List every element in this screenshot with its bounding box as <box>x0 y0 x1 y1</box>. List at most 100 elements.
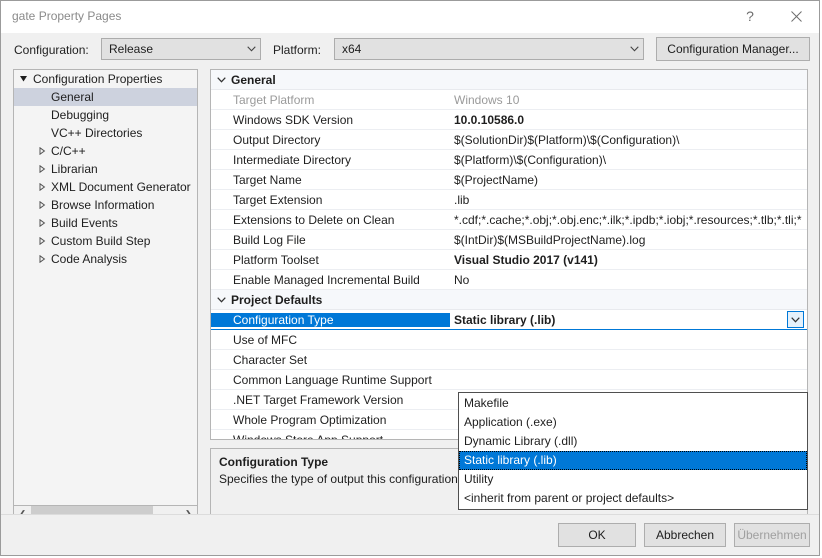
tree-item-build-events[interactable]: Build Events <box>14 214 197 232</box>
grid-row-name: Target Name <box>233 172 302 187</box>
chevron-down-icon[interactable] <box>211 76 231 83</box>
question-mark-icon: ? <box>746 8 754 24</box>
grid-row-value[interactable]: $(SolutionDir)$(Platform)\$(Configuratio… <box>448 133 807 147</box>
configuration-type-dropdown-button[interactable] <box>787 311 804 328</box>
configuration-value: Release <box>109 42 154 56</box>
triangle-down-icon <box>16 75 32 83</box>
tree-item-label: XML Document Generator <box>51 180 191 194</box>
grid-row-value[interactable]: No <box>448 273 807 287</box>
grid-row[interactable]: Target Platform Windows 10 <box>211 90 807 110</box>
grid-row[interactable]: Enable Managed Incremental Build No <box>211 270 807 290</box>
tree-item-custom-build-step[interactable]: Custom Build Step <box>14 232 197 250</box>
grid-row-name: Whole Program Optimization <box>233 412 387 427</box>
grid-row[interactable]: Build Log File $(IntDir)$(MSBuildProjectN… <box>211 230 807 250</box>
triangle-right-icon <box>34 147 50 155</box>
dropdown-option[interactable]: Application (.exe) <box>459 413 807 432</box>
tree-item-c-c[interactable]: C/C++ <box>14 142 197 160</box>
grid-row-value[interactable]: $(IntDir)$(MSBuildProjectName).log <box>448 233 807 247</box>
dropdown-option[interactable]: Makefile <box>459 394 807 413</box>
grid-row[interactable]: Configuration Type Static library (.lib) <box>211 310 807 330</box>
grid-row-value[interactable]: .lib <box>448 193 807 207</box>
dropdown-option[interactable]: <inherit from parent or project defaults… <box>459 489 807 508</box>
grid-row-name: .NET Target Framework Version <box>233 392 404 407</box>
configuration-combobox[interactable]: Release <box>101 38 261 60</box>
grid-row-value[interactable]: 10.0.10586.0 <box>448 113 807 127</box>
grid-row-name: Configuration Type <box>211 312 448 327</box>
grid-row-name: Enable Managed Incremental Build <box>233 272 420 287</box>
dropdown-option[interactable]: Utility <box>459 470 807 489</box>
grid-row-name: Output Directory <box>233 132 321 147</box>
grid-row[interactable]: Common Language Runtime Support <box>211 370 807 390</box>
configuration-manager-button[interactable]: Configuration Manager... <box>656 37 810 61</box>
grid-row[interactable]: Target Name $(ProjectName) <box>211 170 807 190</box>
tree-item-general[interactable]: General <box>14 88 197 106</box>
tree-item-debugging[interactable]: Debugging <box>14 106 197 124</box>
chevron-down-icon[interactable] <box>211 296 231 303</box>
platform-combobox[interactable]: x64 <box>334 38 644 60</box>
grid-row-name: Platform Toolset <box>233 252 319 267</box>
tree-item-vc-directories[interactable]: VC++ Directories <box>14 124 197 142</box>
grid-row[interactable]: Platform Toolset Visual Studio 2017 (v141… <box>211 250 807 270</box>
chevron-down-icon <box>626 46 643 52</box>
grid-row-name: Build Log File <box>233 232 306 247</box>
grid-row-name: Windows SDK Version <box>233 112 354 127</box>
triangle-right-icon <box>34 237 50 245</box>
tree-item-code-analysis[interactable]: Code Analysis <box>14 250 197 268</box>
triangle-right-icon <box>34 219 50 227</box>
dialog-body: Configuration Properties General Debugging… <box>1 69 819 524</box>
tree-item-xml-document-generator[interactable]: XML Document Generator <box>14 178 197 196</box>
cancel-button[interactable]: Abbrechen <box>644 523 726 547</box>
grid-category-project-defaults[interactable]: Project Defaults <box>211 290 807 310</box>
tree-item-label: Debugging <box>51 108 110 122</box>
tree-item-configuration-properties[interactable]: Configuration Properties <box>14 70 197 88</box>
grid-row[interactable]: Use of MFC <box>211 330 807 350</box>
triangle-right-icon <box>34 255 50 263</box>
grid-row[interactable]: Intermediate Directory $(Platform)\$(Conf… <box>211 150 807 170</box>
tree-item-label: Build Events <box>51 216 118 230</box>
help-button[interactable]: ? <box>727 1 773 31</box>
grid-row[interactable]: Windows SDK Version 10.0.10586.0 <box>211 110 807 130</box>
tree-item-label: General <box>51 90 94 104</box>
grid-row-name: Character Set <box>233 352 308 367</box>
grid-category-label: Project Defaults <box>231 292 323 307</box>
grid-row-name: Intermediate Directory <box>233 152 352 167</box>
dropdown-option[interactable]: Dynamic Library (.dll) <box>459 432 807 451</box>
ok-button[interactable]: OK <box>558 523 636 547</box>
close-icon <box>790 10 802 22</box>
window-title: gate Property Pages <box>12 9 122 23</box>
grid-category-label: General <box>231 72 276 87</box>
triangle-right-icon <box>34 165 50 173</box>
grid-row-value: Windows 10 <box>454 92 520 107</box>
close-button[interactable] <box>773 1 819 31</box>
configuration-properties-tree[interactable]: Configuration Properties General Debugging… <box>13 69 198 506</box>
grid-row-value[interactable]: Static library (.lib) <box>448 312 807 327</box>
grid-row-name: Windows Store App Support <box>233 432 384 440</box>
chevron-down-icon <box>243 46 260 52</box>
tree-item-librarian[interactable]: Librarian <box>14 160 197 178</box>
grid-row[interactable]: Output Directory $(SolutionDir)$(Platform… <box>211 130 807 150</box>
dialog-footer: OK Abbrechen Übernehmen <box>1 514 819 555</box>
apply-button: Übernehmen <box>734 523 810 547</box>
title-bar: gate Property Pages ? <box>1 1 819 33</box>
property-grid[interactable]: General Target Platform Windows 10 Windows … <box>210 69 808 440</box>
grid-row-value[interactable]: $(ProjectName) <box>448 173 807 187</box>
property-pages-dialog: gate Property Pages ? Configuration: Rel… <box>0 0 820 556</box>
configuration-type-dropdown-list[interactable]: Makefile Application (.exe) Dynamic Librar… <box>458 392 808 510</box>
tree-item-browse-information[interactable]: Browse Information <box>14 196 197 214</box>
grid-row-value[interactable]: *.cdf;*.cache;*.obj;*.obj.enc;*.ilk;*.ip… <box>448 213 807 227</box>
tree-item-label: VC++ Directories <box>51 126 143 140</box>
grid-row-value[interactable]: Visual Studio 2017 (v141) <box>448 253 807 267</box>
grid-row-value[interactable]: $(Platform)\$(Configuration)\ <box>448 153 807 167</box>
grid-row-name: Use of MFC <box>233 332 298 347</box>
dropdown-option[interactable]: Static library (.lib) <box>459 451 807 470</box>
caption-buttons: ? <box>727 1 819 31</box>
grid-row[interactable]: Character Set <box>211 350 807 370</box>
platform-label: Platform: <box>273 43 322 57</box>
grid-row[interactable]: Target Extension .lib <box>211 190 807 210</box>
configuration-label: Configuration: <box>14 43 89 57</box>
grid-category-general[interactable]: General <box>211 70 807 90</box>
property-grid-rows: General Target Platform Windows 10 Windows … <box>211 70 807 440</box>
tree-item-label: C/C++ <box>51 144 86 158</box>
triangle-right-icon <box>34 201 50 209</box>
grid-row[interactable]: Extensions to Delete on Clean *.cdf;*.cac… <box>211 210 807 230</box>
